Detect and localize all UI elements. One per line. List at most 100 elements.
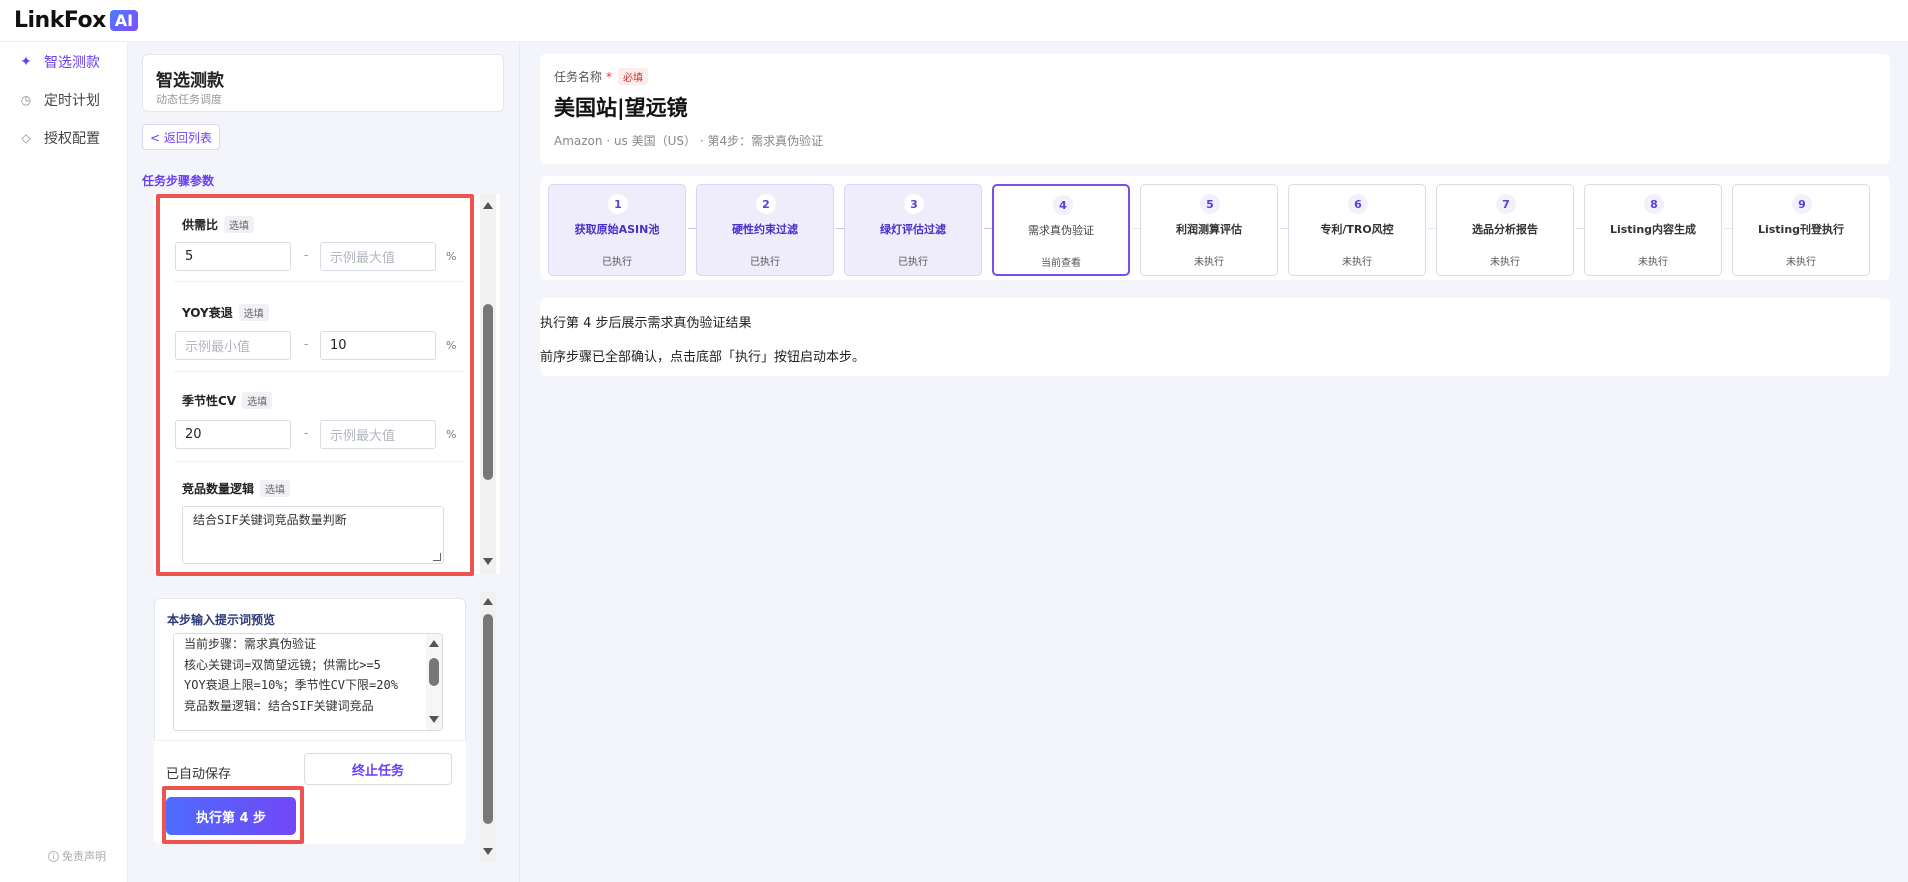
step-number: 5 [1200, 194, 1220, 214]
step-result-card: 执行第 4 步后展示需求真伪验证结果 前序步骤已全部确认，点击底部「执行」按钮启… [540, 298, 1890, 376]
prompt-scrollbar[interactable] [426, 634, 442, 730]
nav-item-label: 授权配置 [44, 131, 100, 147]
prompt-preview-box[interactable]: 当前步骤：需求真伪验证 核心关键词=双筒望远镜；供需比>=5 YOY衰退上限=1… [173, 633, 443, 731]
param-label-text: 供需比 [182, 218, 219, 232]
task-type-title: 智选测款 [156, 71, 224, 91]
param-label-text: 季节性CV [182, 394, 237, 408]
step-number: 1 [608, 194, 628, 214]
step-8[interactable]: 8 Listing内容生成 未执行 [1584, 184, 1722, 276]
scroll-up-icon[interactable] [483, 202, 493, 209]
param-label: 供需比 选填 [182, 216, 255, 233]
scroll-up-icon[interactable] [429, 640, 439, 647]
task-name-label-text: 任务名称 [554, 70, 603, 84]
optional-tag: 选填 [260, 480, 291, 497]
step-title: Listing刊登执行 [1757, 223, 1845, 236]
step-status: 未执行 [1786, 257, 1816, 268]
step-number: 6 [1348, 194, 1368, 214]
brand-name: LinkFox [14, 8, 106, 33]
param-label-text: 竞品数量逻辑 [182, 482, 255, 496]
task-type-subtitle: 动态任务调度 [156, 93, 222, 106]
brand-badge: AI [109, 10, 139, 31]
competitor-logic-text: 结合SIF关键词竞品数量判断 [193, 513, 347, 527]
scroll-down-icon[interactable] [429, 716, 439, 723]
sparkle-icon: ✦ [20, 54, 32, 70]
step-title: 利润测算评估 [1176, 223, 1242, 236]
params-scroll-area[interactable]: 供需比 选填 5 - 示例最大值 % YOY衰退 选填 示例最小值 - 10 %… [154, 194, 500, 574]
resize-handle-icon[interactable] [433, 553, 441, 561]
diamond-icon: ◇ [21, 131, 31, 145]
step-number: 2 [756, 194, 776, 214]
step-1[interactable]: 1 获取原始ASIN池 已执行 [548, 184, 686, 276]
panel-scrollbar[interactable] [480, 592, 496, 862]
scroll-down-icon[interactable] [483, 848, 493, 855]
unit-label: % [446, 428, 457, 441]
step-2[interactable]: 2 硬性约束过滤 已执行 [696, 184, 834, 276]
param-competitor-logic: 竞品数量逻辑 选填 结合SIF关键词竞品数量判断 [174, 464, 464, 574]
task-name[interactable]: 美国站|望远镜 [554, 92, 688, 122]
step-status: 已执行 [898, 257, 928, 268]
nav-item-label: 定时计划 [44, 93, 100, 109]
step-title: 硬性约束过滤 [732, 223, 798, 236]
step-status: 未执行 [1490, 257, 1520, 268]
optional-tag: 选填 [242, 392, 273, 409]
scroll-thumb[interactable] [429, 658, 439, 686]
scroll-thumb[interactable] [483, 304, 493, 480]
info-icon: i [48, 850, 59, 862]
step-number: 7 [1496, 194, 1516, 214]
step-number: 4 [1053, 195, 1073, 215]
task-name-label: 任务名称 * 必填 [554, 68, 649, 85]
execute-step-button[interactable]: 执行第 4 步 [166, 797, 296, 835]
param-label-text: YOY衰退 [182, 306, 233, 320]
nav-item-auth[interactable]: ◇ 授权配置 [10, 123, 120, 153]
step-title: 选品分析报告 [1472, 223, 1538, 236]
scroll-down-icon[interactable] [483, 558, 493, 565]
nav-item-schedule[interactable]: ◷ 定时计划 [10, 85, 120, 115]
step-9[interactable]: 9 Listing刊登执行 未执行 [1732, 184, 1870, 276]
step-title: 专利/TRO风控 [1320, 223, 1394, 236]
stop-task-button[interactable]: 终止任务 [304, 753, 452, 785]
required-star: * [606, 69, 613, 84]
scroll-up-icon[interactable] [483, 598, 493, 605]
step-number: 8 [1644, 194, 1664, 214]
step-4[interactable]: 4 需求真伪验证 当前查看 [992, 184, 1130, 276]
task-type-card: 智选测款 动态任务调度 [142, 54, 504, 112]
step-title: 绿灯评估过滤 [880, 223, 946, 236]
left-nav: ✦ 智选测款 ◷ 定时计划 ◇ 授权配置 [0, 42, 128, 882]
supply-demand-min-input[interactable]: 5 [175, 242, 291, 271]
section-label: 任务步骤参数 [142, 174, 215, 188]
result-hint: 前序步骤已全部确认，点击底部「执行」按钮启动本步。 [540, 350, 866, 365]
step-7[interactable]: 7 选品分析报告 未执行 [1436, 184, 1574, 276]
seasonal-cv-min-input[interactable]: 20 [175, 420, 291, 449]
range-dash: - [304, 426, 309, 440]
result-message: 执行第 4 步后展示需求真伪验证结果 [540, 316, 752, 331]
prompt-preview-text: 当前步骤：需求真伪验证 核心关键词=双筒望远镜；供需比>=5 YOY衰退上限=1… [184, 637, 398, 713]
step-number: 3 [904, 194, 924, 214]
nav-item-label: 智选测款 [44, 55, 100, 71]
param-seasonal-cv: 季节性CV 选填 20 - 示例最大值 % [174, 374, 464, 462]
seasonal-cv-max-input[interactable]: 示例最大值 [320, 420, 436, 449]
back-to-list-button[interactable]: < 返回列表 [142, 124, 220, 150]
step-number: 9 [1792, 194, 1812, 214]
optional-tag: 选填 [238, 304, 269, 321]
steps-progress: 1 获取原始ASIN池 已执行 2 硬性约束过滤 已执行 3 绿灯评估过滤 已执… [540, 176, 1890, 280]
param-label: YOY衰退 选填 [182, 304, 269, 321]
step-3[interactable]: 3 绿灯评估过滤 已执行 [844, 184, 982, 276]
supply-demand-max-input[interactable]: 示例最大值 [320, 242, 436, 271]
brand-logo[interactable]: LinkFox AI [14, 8, 139, 33]
nav-item-smart-test[interactable]: ✦ 智选测款 [10, 47, 120, 77]
yoy-max-input[interactable]: 10 [320, 331, 436, 360]
range-dash: - [304, 337, 309, 351]
disclaimer-link[interactable]: i 免责声明 [48, 848, 106, 864]
param-label: 竞品数量逻辑 选填 [182, 480, 291, 497]
yoy-min-input[interactable]: 示例最小值 [175, 331, 291, 360]
competitor-logic-textarea[interactable]: 结合SIF关键词竞品数量判断 [182, 506, 444, 564]
scroll-thumb[interactable] [483, 614, 493, 824]
step-status: 已执行 [750, 257, 780, 268]
range-dash: - [304, 248, 309, 262]
param-supply-demand: 供需比 选填 5 - 示例最大值 % [174, 194, 464, 282]
step-status: 未执行 [1638, 257, 1668, 268]
params-scrollbar[interactable] [480, 194, 496, 574]
prompt-preview-title: 本步输入提示词预览 [167, 613, 276, 627]
step-6[interactable]: 6 专利/TRO风控 未执行 [1288, 184, 1426, 276]
step-5[interactable]: 5 利润测算评估 未执行 [1140, 184, 1278, 276]
